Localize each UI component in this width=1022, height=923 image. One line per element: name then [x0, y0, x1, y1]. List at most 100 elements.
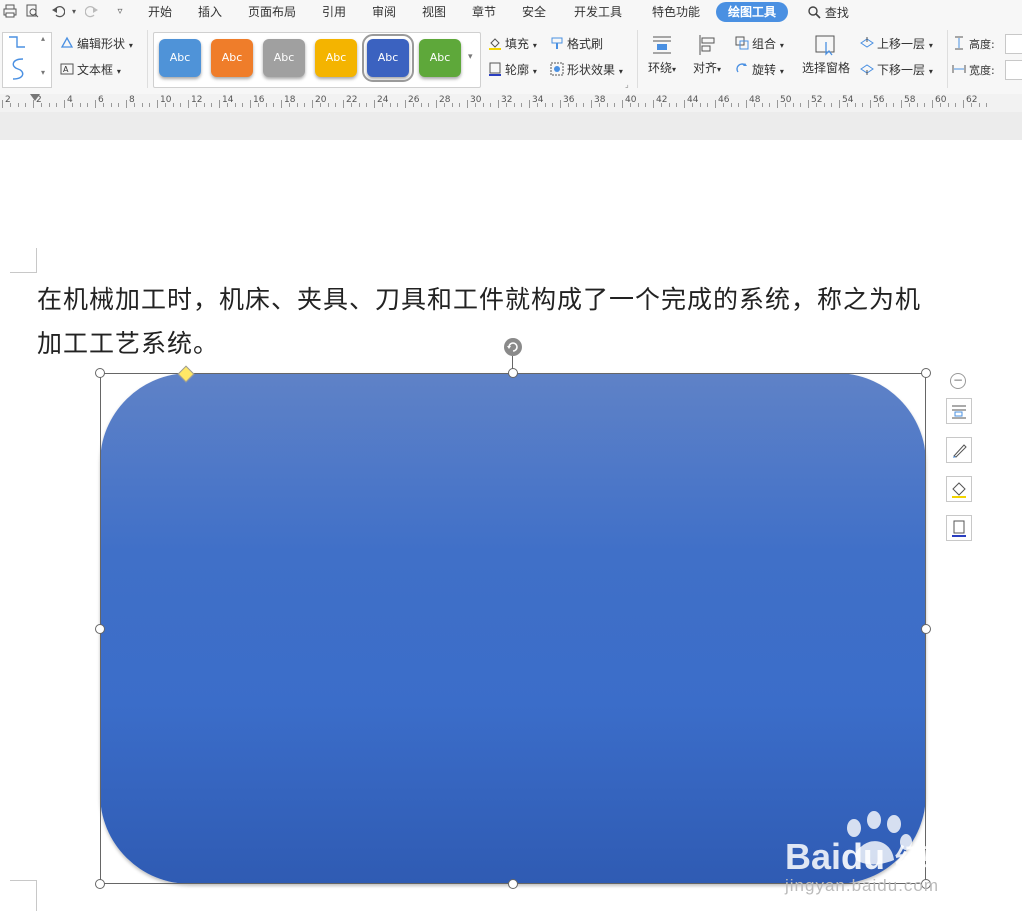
tab-chapter[interactable]: 章节	[472, 4, 496, 20]
margin-corner-mark	[10, 880, 37, 911]
fill-bucket-icon	[488, 36, 502, 50]
style-swatch-green[interactable]: Abc	[419, 39, 461, 77]
ruler-minor-tick	[451, 103, 453, 107]
shape-outline-button[interactable]	[946, 515, 972, 541]
resize-handle-left[interactable]	[95, 624, 105, 634]
bring-forward-button[interactable]: 上移一层 ▾	[860, 36, 933, 54]
send-backward-button[interactable]: 下移一层 ▾	[860, 62, 933, 80]
resize-handle-top-left[interactable]	[95, 368, 105, 378]
align-icon	[699, 35, 715, 55]
style-swatch-blue[interactable]: Abc	[159, 39, 201, 77]
ruler-tick	[529, 100, 530, 108]
scroll-down-icon[interactable]: ▾	[41, 68, 45, 77]
group-label: 组合	[752, 37, 777, 51]
wrap-button[interactable]: 环绕▾	[645, 34, 679, 76]
ruler-tick	[2, 100, 3, 108]
edit-shape-button[interactable]: 编辑形状 ▾	[60, 36, 133, 54]
resize-handle-top-right[interactable]	[921, 368, 931, 378]
outline-button[interactable]: 轮廓 ▾	[488, 62, 537, 80]
resize-handle-right[interactable]	[921, 624, 931, 634]
ruler-minor-tick	[350, 103, 352, 107]
shape-fill-button[interactable]	[946, 476, 972, 502]
layout-options-icon	[952, 405, 966, 419]
send-backward-label: 下移一层	[877, 63, 926, 77]
text-box-label: 文本框	[77, 63, 114, 77]
tab-home[interactable]: 开始	[148, 4, 172, 20]
ruler-minor-tick	[521, 103, 523, 107]
chevron-down-icon[interactable]: ▿	[112, 4, 128, 20]
redo-icon[interactable]	[84, 4, 100, 20]
layout-options-button[interactable]	[946, 398, 972, 424]
outline-icon	[952, 520, 966, 537]
style-swatch-dark-blue[interactable]: Abc	[362, 34, 414, 82]
width-input[interactable]	[1005, 60, 1022, 80]
selection-pane-button[interactable]: 选择窗格	[800, 34, 852, 76]
indent-marker[interactable]	[30, 94, 40, 101]
tab-features[interactable]: 特色功能	[652, 4, 700, 20]
height-input[interactable]	[1005, 34, 1022, 54]
format-painter-button[interactable]: 格式刷	[550, 36, 603, 52]
style-swatch-orange[interactable]: Abc	[211, 39, 253, 77]
tab-review[interactable]: 审阅	[372, 4, 396, 20]
ruler-minor-tick	[172, 103, 174, 107]
chevron-down-icon: ▾	[717, 65, 722, 74]
ruler-minor-tick	[56, 103, 58, 107]
ruler-minor-tick	[924, 103, 926, 107]
tab-developer[interactable]: 开发工具	[574, 4, 622, 20]
ruler-tick	[281, 100, 282, 108]
chevron-down-icon: ▾	[532, 41, 537, 50]
tab-page-layout[interactable]: 页面布局	[248, 4, 296, 20]
ruler-tick	[963, 100, 964, 108]
ruler-tick	[157, 100, 158, 108]
ruler-tick	[715, 100, 716, 108]
ruler-tick	[405, 100, 406, 108]
fill-button[interactable]: 填充 ▾	[488, 36, 537, 54]
print-preview-icon[interactable]	[24, 4, 40, 20]
tab-references[interactable]: 引用	[322, 4, 346, 20]
ruler-minor-tick	[79, 103, 81, 107]
dialog-launcher-icon[interactable]: ⌟	[625, 80, 629, 89]
ruler-tick	[901, 100, 902, 108]
group-button[interactable]: 组合 ▾	[735, 36, 784, 54]
body-paragraph[interactable]: 在机械加工时，机床、夹具、刀具和工件就构成了一个完成的系统，称之为机 加工工艺系…	[37, 278, 1022, 366]
tab-drawing-tools[interactable]: 绘图工具	[716, 2, 789, 22]
minus-circle-icon[interactable]: −	[950, 373, 966, 389]
align-button[interactable]: 对齐▾	[690, 34, 724, 76]
ruler-minor-tick	[180, 103, 182, 107]
printer-icon[interactable]	[2, 4, 18, 20]
gallery-more-icon[interactable]: ▾	[468, 52, 473, 62]
text-box-icon: A	[60, 62, 74, 76]
ruler-minor-tick	[885, 103, 887, 107]
resize-handle-bottom[interactable]	[508, 879, 518, 889]
rotate-handle[interactable]	[504, 338, 522, 356]
ruler-tick	[64, 100, 65, 108]
undo-dropdown-icon[interactable]: ▾	[66, 4, 82, 20]
ruler-minor-tick	[141, 103, 143, 107]
ruler-minor-tick	[668, 103, 670, 107]
ruler-minor-tick	[474, 103, 476, 107]
chevron-down-icon: ▾	[532, 67, 537, 76]
ruler-minor-tick	[784, 103, 786, 107]
tab-view[interactable]: 视图	[422, 4, 446, 20]
tab-security[interactable]: 安全	[522, 4, 546, 20]
resize-handle-bottom-left[interactable]	[95, 879, 105, 889]
shape-style-button[interactable]	[946, 437, 972, 463]
scroll-up-icon[interactable]: ▴	[41, 34, 45, 43]
fill-bucket-icon	[952, 482, 966, 498]
resize-handle-top[interactable]	[508, 368, 518, 378]
ruler-tick	[653, 100, 654, 108]
style-swatch-gray[interactable]: Abc	[263, 39, 305, 77]
search-button[interactable]: 查找	[808, 4, 849, 21]
undo-icon[interactable]	[50, 4, 66, 20]
ruler-minor-tick	[87, 103, 89, 107]
ruler-minor-tick	[800, 103, 802, 107]
ruler-tick	[808, 100, 809, 108]
ruler-minor-tick	[970, 103, 972, 107]
shape-effects-button[interactable]: 形状效果 ▾	[550, 62, 623, 80]
horizontal-ruler[interactable]: 2 2 4 6 8 10 12 14 16 18 20 22 24 26 28 30 32 34 36 38 40 42 4…	[0, 94, 1022, 113]
rotate-button[interactable]: 旋转 ▾	[735, 62, 784, 80]
text-box-button[interactable]: A 文本框 ▾	[60, 62, 121, 80]
style-swatch-yellow[interactable]: Abc	[315, 39, 357, 77]
ruler-minor-tick	[583, 103, 585, 107]
tab-insert[interactable]: 插入	[198, 4, 222, 20]
